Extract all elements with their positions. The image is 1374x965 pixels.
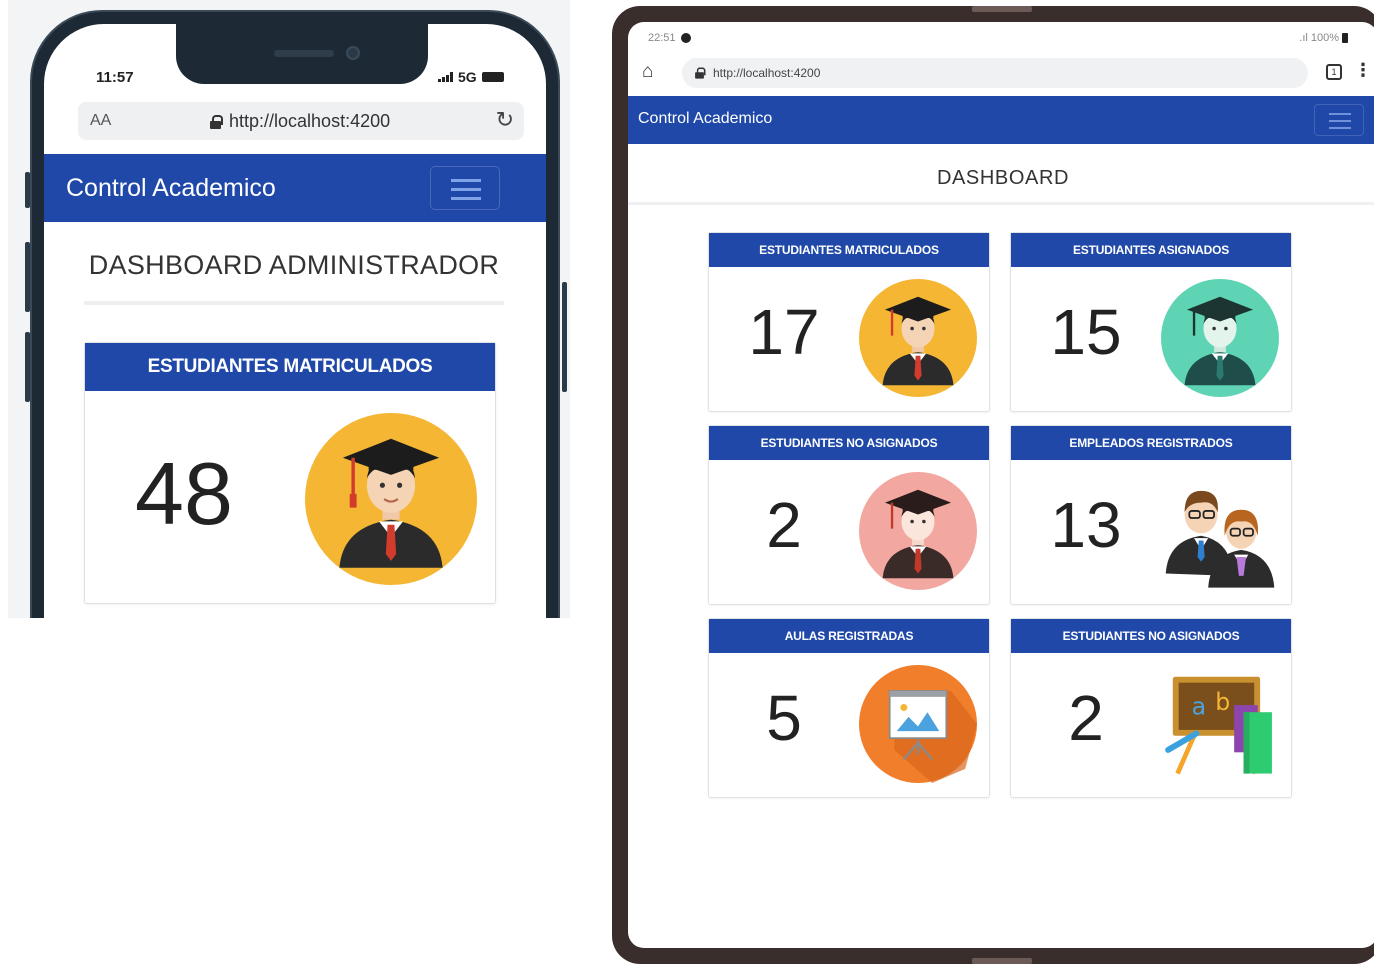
signal-icon: .ıl bbox=[1299, 32, 1308, 44]
speaker-grille bbox=[274, 50, 334, 57]
stat-card-value: 48 bbox=[135, 444, 233, 543]
hamburger-icon bbox=[1329, 113, 1351, 115]
stat-card-estudiantes-matriculados[interactable]: ESTUDIANTES MATRICULADOS 17 bbox=[708, 232, 990, 412]
hamburger-menu-button[interactable] bbox=[430, 166, 500, 210]
status-time: 22:51 bbox=[648, 32, 676, 44]
battery-icon bbox=[481, 72, 504, 82]
stat-card-title: AULAS REGISTRADAS bbox=[709, 619, 989, 653]
hamburger-icon-bar bbox=[1329, 127, 1351, 129]
stat-card-estudiantes-matriculados[interactable]: ESTUDIANTES MATRICULADOS 48 bbox=[84, 342, 496, 604]
status-indicators: 5G bbox=[438, 69, 504, 85]
url-display[interactable]: http://localhost:4200 bbox=[210, 111, 390, 132]
lock-icon bbox=[210, 114, 223, 129]
address-bar[interactable]: AA http://localhost:4200 ↻ bbox=[78, 102, 524, 140]
phone-screen: 11:57 5G AA http://localhost:4200 ↻ Cont… bbox=[44, 24, 546, 618]
stat-card-estudiantes-no-asignados-2[interactable]: ESTUDIANTES NO ASIGNADOS 2 a b bbox=[1010, 618, 1292, 798]
status-time-group: 22:51 bbox=[648, 32, 691, 44]
stat-card-title: ESTUDIANTES MATRICULADOS bbox=[85, 343, 495, 391]
reload-icon[interactable]: ↻ bbox=[496, 107, 514, 133]
graduate-student-icon bbox=[305, 413, 477, 585]
stat-card-title: ESTUDIANTES MATRICULADOS bbox=[709, 233, 989, 267]
url-text: http://localhost:4200 bbox=[713, 66, 821, 80]
tablet-screen: 22:51 .ıl 100% ⌂ http://localhost:4200 1… bbox=[628, 22, 1374, 948]
signal-icon bbox=[438, 72, 453, 82]
lock-icon bbox=[695, 67, 706, 79]
phone-frame: 11:57 5G AA http://localhost:4200 ↻ Cont… bbox=[25, 10, 567, 618]
stat-card-estudiantes-asignados[interactable]: ESTUDIANTES ASIGNADOS 15 bbox=[1010, 232, 1292, 412]
chalkboard-books-icon: a b bbox=[1165, 676, 1272, 775]
phone-power-button bbox=[562, 282, 567, 392]
status-battery-group: .ıl 100% bbox=[1299, 32, 1348, 44]
phone-volume-up bbox=[25, 242, 30, 312]
stat-card-estudiantes-no-asignados[interactable]: ESTUDIANTES NO ASIGNADOS 2 bbox=[708, 425, 990, 605]
stat-card-value: 2 bbox=[766, 489, 802, 561]
stat-card-empleados-registrados[interactable]: EMPLEADOS REGISTRADOS 13 bbox=[1010, 425, 1292, 605]
more-options-icon[interactable]: ⋮ bbox=[1354, 60, 1372, 81]
tabs-count-button[interactable]: 1 bbox=[1326, 64, 1342, 80]
stat-card-title: ESTUDIANTES NO ASIGNADOS bbox=[1011, 619, 1291, 653]
hamburger-icon bbox=[451, 179, 481, 182]
hamburger-icon-bar bbox=[1329, 120, 1351, 122]
screenshot-canvas: 11:57 5G AA http://localhost:4200 ↻ Cont… bbox=[0, 0, 1374, 965]
stat-card-title: ESTUDIANTES ASIGNADOS bbox=[1011, 233, 1291, 267]
navbar-brand[interactable]: Control Academico bbox=[66, 174, 276, 203]
phone-mockup: 11:57 5G AA http://localhost:4200 ↻ Cont… bbox=[8, 0, 570, 618]
hamburger-icon-bar bbox=[451, 197, 481, 200]
phone-notch bbox=[176, 24, 428, 84]
hamburger-icon-bar bbox=[451, 188, 481, 191]
svg-text:b: b bbox=[1215, 688, 1230, 716]
phone-volume-down bbox=[25, 332, 30, 402]
network-label: 5G bbox=[458, 69, 477, 85]
graduate-student-icon bbox=[1161, 279, 1279, 397]
stat-card-value: 17 bbox=[748, 296, 820, 368]
home-icon[interactable]: ⌂ bbox=[642, 61, 653, 83]
stat-card-value: 13 bbox=[1050, 489, 1122, 561]
address-bar[interactable]: http://localhost:4200 bbox=[682, 58, 1308, 88]
tablet-mockup: 22:51 .ıl 100% ⌂ http://localhost:4200 1… bbox=[612, 6, 1374, 964]
graduate-student-icon bbox=[859, 472, 977, 590]
notification-icon bbox=[680, 33, 691, 43]
battery-icon bbox=[1342, 33, 1348, 43]
stat-card-title: EMPLEADOS REGISTRADOS bbox=[1011, 426, 1291, 460]
stat-card-value: 15 bbox=[1050, 296, 1122, 368]
text-size-button[interactable]: AA bbox=[90, 112, 111, 130]
tablet-status-bar: 22:51 .ıl 100% bbox=[648, 30, 1348, 50]
graduate-student-icon bbox=[859, 279, 977, 397]
battery-percent: 100% bbox=[1310, 32, 1339, 44]
tablet-hinge-top bbox=[972, 6, 1032, 12]
navbar: Control Academico bbox=[628, 96, 1374, 144]
svg-text:a: a bbox=[1192, 693, 1206, 721]
title-divider bbox=[84, 301, 504, 305]
employees-icon bbox=[1165, 490, 1275, 588]
hamburger-menu-button[interactable] bbox=[1314, 104, 1364, 136]
stat-card-value: 5 bbox=[766, 682, 802, 754]
navbar-brand[interactable]: Control Academico bbox=[638, 110, 772, 128]
browser-toolbar: ⌂ http://localhost:4200 1 ⋮ bbox=[638, 58, 1372, 88]
front-camera bbox=[346, 46, 360, 60]
url-display[interactable]: http://localhost:4200 bbox=[694, 66, 820, 80]
title-divider bbox=[628, 202, 1374, 205]
presentation-board-icon bbox=[859, 665, 977, 783]
tablet-hinge-bottom bbox=[972, 958, 1032, 964]
status-time: 11:57 bbox=[96, 69, 134, 86]
stat-card-title: ESTUDIANTES NO ASIGNADOS bbox=[709, 426, 989, 460]
url-text: http://localhost:4200 bbox=[229, 111, 391, 131]
stat-card-value: 2 bbox=[1068, 682, 1104, 754]
page-title: DASHBOARD ADMINISTRADOR bbox=[88, 250, 500, 280]
navbar: Control Academico bbox=[44, 154, 546, 222]
page-title: DASHBOARD bbox=[936, 167, 1070, 189]
stat-card-aulas-registradas[interactable]: AULAS REGISTRADAS 5 bbox=[708, 618, 990, 798]
phone-mute-switch bbox=[25, 172, 30, 208]
